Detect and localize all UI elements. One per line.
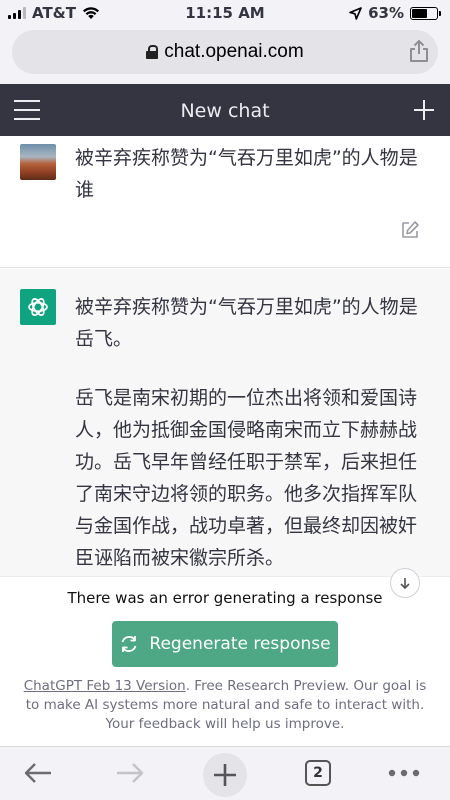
status-right: 63% <box>349 4 441 22</box>
openai-logo-icon <box>20 289 56 325</box>
browser-address-area: chat.openai.com <box>0 26 450 84</box>
assistant-message: 被辛弃疾称赞为“气吞万里如虎”的人物是岳飞。 岳飞是南宋初期的一位杰出将领和爱国… <box>0 269 450 576</box>
assistant-paragraph: 岳飞是南宋初期的一位杰出将领和爱国诗人，他为抵御金国侵略南宋而立下赫赫战功。岳飞… <box>75 387 418 569</box>
url-text: chat.openai.com <box>164 41 304 62</box>
tabs-count: 2 <box>305 760 331 786</box>
regenerate-button[interactable]: Regenerate response <box>112 621 338 667</box>
version-link[interactable]: ChatGPT Feb 13 Version <box>24 678 186 694</box>
arrow-right-icon <box>117 763 144 783</box>
user-message: 被辛弃疾称赞为“气吞万里如虎”的人物是谁 <box>0 136 450 268</box>
plus-icon <box>214 764 236 786</box>
arrow-down-icon <box>400 578 410 589</box>
forward-button[interactable] <box>108 753 152 793</box>
more-button[interactable] <box>382 753 426 793</box>
edit-icon[interactable] <box>400 220 420 240</box>
share-icon[interactable] <box>408 39 430 63</box>
more-icon <box>388 769 420 777</box>
tabs-button[interactable]: 2 <box>296 753 340 793</box>
bottom-area: There was an error generating a response… <box>0 576 450 746</box>
lock-icon <box>146 45 159 59</box>
chat-header: New chat <box>0 84 450 136</box>
footer-disclaimer: ChatGPT Feb 13 Version. Free Research Pr… <box>18 677 432 734</box>
scroll-to-bottom-button[interactable] <box>390 568 420 598</box>
browser-toolbar: 2 <box>0 746 450 800</box>
regenerate-label: Regenerate response <box>149 634 331 654</box>
plus-icon[interactable] <box>414 100 434 120</box>
arrow-left-icon <box>24 763 51 783</box>
location-arrow-icon <box>349 6 362 20</box>
back-button[interactable] <box>16 753 60 793</box>
battery-icon <box>410 6 441 20</box>
chat-title: New chat <box>180 100 270 122</box>
error-message: There was an error generating a response <box>67 589 383 607</box>
user-message-text: 被辛弃疾称赞为“气吞万里如虎”的人物是谁 <box>75 147 418 201</box>
new-tab-button[interactable] <box>203 753 247 797</box>
assistant-paragraph: 被辛弃疾称赞为“气吞万里如虎”的人物是岳飞。 <box>75 296 418 350</box>
battery-percent: 63% <box>368 4 404 22</box>
address-bar[interactable]: chat.openai.com <box>12 30 438 74</box>
status-bar: AT&T 11:15 AM 63% <box>0 0 450 26</box>
refresh-icon <box>122 636 137 652</box>
battery-level <box>412 8 428 18</box>
user-avatar <box>20 144 56 180</box>
